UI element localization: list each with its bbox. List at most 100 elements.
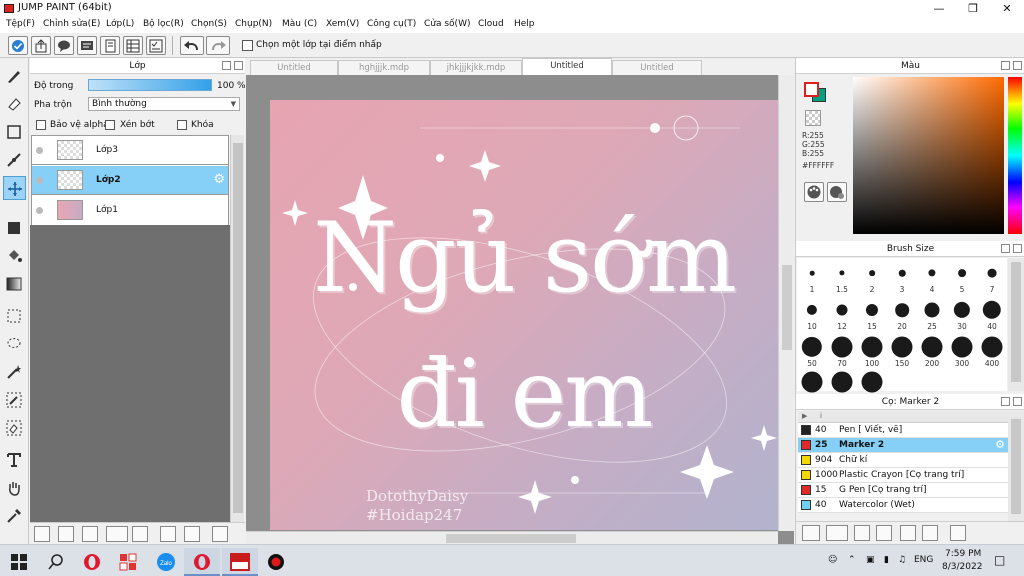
select-pen-tool[interactable]	[3, 388, 26, 412]
battery-icon[interactable]: ▮	[884, 555, 889, 565]
clock-time[interactable]: 7:59 PM	[945, 549, 981, 559]
brush-size-7[interactable]: 7	[977, 260, 1007, 296]
brush-size-1-5[interactable]: 1.5	[827, 260, 857, 296]
menu-edit[interactable]: Chỉnh sửa(E)	[43, 19, 100, 29]
layer-scrollbar[interactable]	[230, 135, 244, 522]
search-button[interactable]	[38, 548, 74, 576]
brush-size-12[interactable]: 12	[827, 297, 857, 333]
speech-bubble-button[interactable]	[54, 36, 74, 55]
menu-file[interactable]: Tệp(F)	[6, 19, 35, 29]
layer-row-lop2[interactable]: Lớp2 ⚙	[32, 166, 228, 195]
bucket-tool[interactable]	[3, 244, 26, 268]
brush-size-50[interactable]: 50	[797, 334, 827, 370]
brush-size-40[interactable]: 40	[977, 297, 1007, 333]
duplicate-layer-icon[interactable]	[160, 526, 176, 542]
menu-filter[interactable]: Bộ lọc(R)	[143, 19, 184, 29]
visibility-icon[interactable]	[36, 207, 43, 214]
menu-color[interactable]: Màu (C)	[282, 19, 317, 29]
zalo-taskbar-button[interactable]: Zalo	[148, 548, 184, 576]
fill-rect-tool[interactable]	[3, 216, 26, 240]
magic-wand-tool[interactable]	[3, 360, 26, 384]
snap-toggle-button[interactable]	[8, 36, 28, 55]
tool-item-marker-2[interactable]: 25 Marker 2 ⚙	[798, 438, 1008, 453]
menu-select[interactable]: Chọn(S)	[191, 19, 227, 29]
gradient-tool[interactable]	[3, 272, 26, 296]
close-panel-icon[interactable]	[234, 61, 243, 70]
brush-tool[interactable]	[3, 64, 26, 88]
float-panel-icon[interactable]	[222, 61, 231, 70]
trash-icon[interactable]	[950, 525, 966, 541]
blend-mode-select[interactable]: Bình thường ▼	[88, 97, 240, 111]
gear-icon[interactable]: ⚙	[995, 438, 1005, 452]
menu-view[interactable]: Xem(V)	[326, 19, 359, 29]
menu-snap[interactable]: Chụp(N)	[235, 19, 272, 29]
record-taskbar-button[interactable]	[258, 548, 294, 576]
float-panel-icon[interactable]	[1001, 244, 1010, 253]
opera-active-taskbar-button[interactable]	[184, 548, 220, 576]
float-panel-icon[interactable]	[1001, 61, 1010, 70]
menu-tools[interactable]: Công cụ(T)	[367, 19, 416, 29]
tab-jhkjjjkjkk[interactable]: jhkjjjkjkk.mdp	[430, 60, 522, 75]
canvas-vertical-scrollbar[interactable]	[778, 75, 794, 531]
pick-layer-checkbox[interactable]	[242, 40, 253, 51]
brush-size-30[interactable]: 30	[947, 297, 977, 333]
tool-item-signature[interactable]: 904 Chữ kí	[798, 453, 1008, 468]
brush-size-25[interactable]: 25	[917, 297, 947, 333]
brush-size-15[interactable]: 15	[857, 297, 887, 333]
palette-button[interactable]	[804, 182, 824, 202]
brush-size-4[interactable]: 4	[917, 260, 947, 296]
transparent-color-swatch[interactable]	[805, 110, 821, 126]
visibility-icon[interactable]	[36, 177, 43, 184]
tool-item-g-pen[interactable]: 15 G Pen [Cọ trang trí]	[798, 483, 1008, 498]
close-panel-icon[interactable]	[1013, 244, 1022, 253]
close-panel-icon[interactable]	[1013, 61, 1022, 70]
artwork-canvas[interactable]: Ngủ sớm đi em DotothyDaisy #Hoidap247	[270, 100, 778, 530]
chevron-up-icon[interactable]: ⌃	[848, 555, 856, 565]
tab-hghjjjk[interactable]: hghjjjk.mdp	[338, 60, 430, 75]
tool-item-watercolor[interactable]: 40 Watercolor (Wet)	[798, 498, 1008, 513]
hue-slider[interactable]	[1008, 77, 1022, 234]
undo-button[interactable]	[180, 36, 204, 55]
tool-menu-icon[interactable]	[826, 525, 848, 541]
brush-size-3[interactable]: 3	[887, 260, 917, 296]
tool-settings-icon[interactable]	[854, 525, 870, 541]
clock-date[interactable]: 8/3/2022	[942, 562, 982, 572]
jumppaint-taskbar-button[interactable]	[222, 548, 258, 576]
brush-size-1[interactable]: 1	[797, 260, 827, 296]
layer-add-menu-icon[interactable]	[106, 526, 128, 542]
opacity-slider[interactable]	[88, 79, 212, 91]
tool-item-pen[interactable]: 40 Pen [ Viết, vẽ]	[798, 423, 1008, 438]
new-layer-icon[interactable]	[34, 526, 50, 542]
notifications-icon[interactable]: □	[994, 553, 1005, 567]
new-8bit-layer-icon[interactable]	[58, 526, 74, 542]
page-button[interactable]	[100, 36, 120, 55]
folder-icon[interactable]	[900, 525, 916, 541]
text-tool[interactable]	[3, 448, 26, 472]
folder-icon[interactable]	[132, 526, 148, 542]
menu-layer[interactable]: Lớp(L)	[106, 19, 134, 29]
minimize-button[interactable]: —	[922, 0, 956, 17]
brush-size-200[interactable]: 200	[917, 334, 947, 370]
color-saturation-picker[interactable]	[853, 77, 1004, 234]
gear-icon[interactable]: ⚙	[213, 172, 225, 187]
start-button[interactable]	[0, 548, 36, 576]
app-taskbar-button[interactable]	[110, 548, 146, 576]
new-1bit-layer-icon[interactable]	[82, 526, 98, 542]
menu-help[interactable]: Help	[514, 19, 535, 29]
tab-untitled-1[interactable]: Untitled	[250, 60, 338, 75]
duplicate-icon[interactable]	[922, 525, 938, 541]
brush-size-150[interactable]: 150	[887, 334, 917, 370]
add-tool-icon[interactable]	[802, 525, 820, 541]
canvas-horizontal-scrollbar[interactable]	[246, 531, 778, 544]
export-button[interactable]	[31, 36, 51, 55]
trash-icon[interactable]	[212, 526, 228, 542]
brush-size-400[interactable]: 400	[977, 334, 1007, 370]
close-panel-icon[interactable]	[1013, 397, 1022, 406]
people-icon[interactable]: ☺	[828, 555, 837, 565]
float-panel-icon[interactable]	[1001, 397, 1010, 406]
maximize-button[interactable]: ❐	[956, 0, 990, 17]
language-indicator[interactable]: ENG	[914, 555, 933, 565]
brush-size-5[interactable]: 5	[947, 260, 977, 296]
hand-tool[interactable]	[3, 476, 26, 500]
panel-layout-button[interactable]	[123, 36, 143, 55]
